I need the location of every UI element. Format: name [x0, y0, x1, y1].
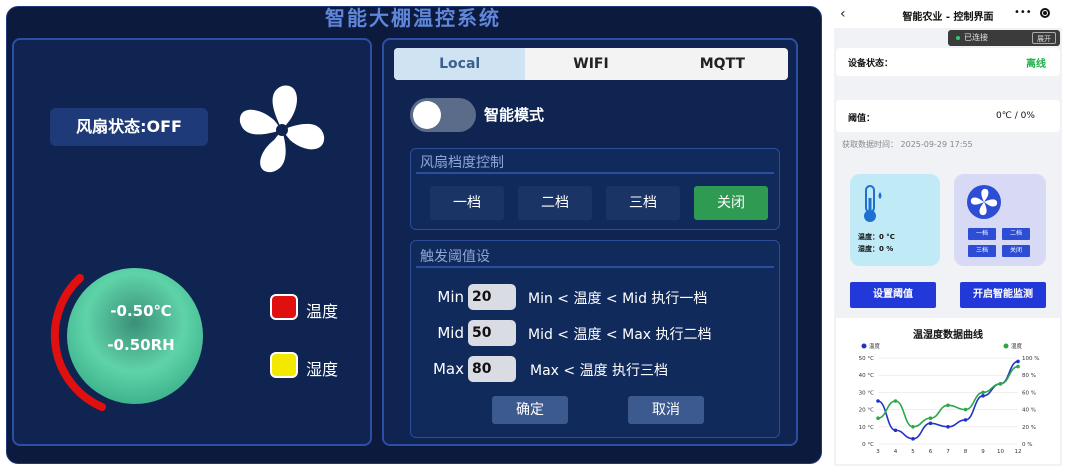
temperature-legend-label: 温度	[306, 302, 339, 321]
max-rule-text: Max < 温度 执行三档	[530, 363, 669, 379]
connected-dot-icon	[956, 36, 960, 40]
tab-wifi[interactable]: WIFI	[525, 48, 656, 80]
y-right-tick-label: 100 %	[1022, 356, 1039, 362]
mobile-speed-2-button[interactable]: 二档	[1002, 228, 1030, 240]
mobile-speed-3-button[interactable]: 三档	[968, 245, 996, 257]
x-tick-label: 6	[929, 449, 933, 455]
min-input[interactable]: 20	[468, 284, 516, 310]
max-label: Max	[432, 360, 464, 378]
sensor-temperature: 温度：0 °C	[858, 233, 895, 241]
data-point	[911, 437, 915, 441]
data-point	[876, 399, 880, 403]
threshold-value: 0℃ / 0%	[996, 111, 1035, 121]
min-rule-text: Min < 温度 < Mid 执行一档	[528, 291, 708, 307]
hmi-title: 智能大棚温控系统	[325, 6, 501, 30]
max-input[interactable]: 80	[468, 356, 516, 382]
mid-input[interactable]: 50	[468, 320, 516, 346]
tab-mqtt[interactable]: MQTT	[657, 48, 788, 80]
data-point	[876, 416, 880, 420]
data-point	[946, 425, 950, 429]
data-point	[981, 390, 985, 395]
temp-humidity-chart: 温度 湿度 50 °C40 °C30 °C20 °C10 °C0 °C100 %8…	[859, 342, 1040, 455]
x-tick-label: 9	[981, 449, 985, 455]
legend-marker	[861, 343, 867, 349]
speed-3-button[interactable]: 三档	[606, 186, 680, 220]
data-point	[1016, 364, 1020, 369]
cancel-button[interactable]: 取消	[628, 396, 704, 424]
temperature-legend-swatch	[270, 294, 298, 320]
y-right-tick-label: 0 %	[1022, 442, 1032, 448]
divider	[416, 172, 774, 174]
fan-icon	[239, 85, 325, 173]
connection-text: 已连接	[964, 33, 988, 42]
y-left-tick-label: 30 °C	[859, 390, 874, 396]
legend-marker	[1003, 343, 1009, 349]
y-right-tick-label: 20 %	[1022, 425, 1036, 431]
y-right-tick-label: 40 %	[1022, 408, 1036, 414]
fan-speed-title: 风扇档度控制	[420, 155, 504, 171]
smart-monitor-button[interactable]: 开启智能监测	[960, 282, 1046, 308]
data-point	[946, 403, 950, 408]
thermometer-icon	[864, 185, 882, 222]
y-right-tick-label: 80 %	[1022, 373, 1036, 379]
x-tick-label: 4	[894, 449, 898, 455]
x-tick-label: 10	[997, 449, 1004, 455]
tab-local[interactable]: Local	[394, 48, 526, 80]
speed-1-button[interactable]: 一档	[430, 186, 504, 220]
mobile-speed-1-button[interactable]: 一档	[968, 228, 996, 240]
x-tick-label: 12	[1015, 449, 1022, 455]
data-point	[998, 382, 1003, 386]
x-tick-label: 8	[964, 449, 968, 455]
y-right-tick-label: 60 %	[1022, 390, 1036, 396]
smart-mode-label: 智能模式	[484, 106, 545, 124]
expand-button[interactable]: 展开	[1032, 32, 1056, 44]
device-status-value: 离线	[1026, 59, 1046, 70]
sensor-humidity: 湿度：0 %	[858, 245, 894, 253]
data-point	[928, 416, 933, 420]
y-left-tick-label: 20 °C	[859, 408, 874, 414]
temperature-value: -0.50℃	[110, 302, 172, 320]
x-tick-label: 5	[911, 449, 915, 455]
legend-label: 温度	[869, 342, 881, 350]
data-point	[893, 428, 898, 433]
mid-label: Mid	[437, 324, 464, 342]
device-status-label: 设备状态：	[848, 59, 894, 69]
fan-status-badge: 风扇状态:OFF	[50, 108, 208, 146]
data-point	[963, 418, 968, 422]
speed-2-button[interactable]: 二档	[518, 186, 592, 220]
y-left-tick-label: 0 °C	[862, 442, 874, 448]
fetch-time: 获取数据时间： 2025-09-29 17:55	[842, 140, 973, 149]
fan-icon	[967, 185, 1001, 219]
divider	[416, 266, 774, 268]
connection-tabs: Local WIFI MQTT	[394, 48, 788, 80]
threshold-title: 触发阈值设	[420, 249, 490, 265]
humidity-legend-swatch	[270, 352, 298, 378]
smart-mode-toggle-knob	[413, 101, 441, 129]
legend-label: 湿度	[1011, 342, 1023, 350]
data-point	[911, 425, 915, 429]
threshold-label: 阈值：	[848, 114, 876, 124]
min-label: Min	[437, 288, 464, 306]
data-point	[981, 394, 985, 398]
more-dots-icon[interactable]: •••	[1014, 7, 1032, 18]
y-left-tick-label: 10 °C	[859, 425, 874, 431]
confirm-button[interactable]: 确定	[492, 396, 568, 424]
mobile-fan-off-button[interactable]: 关闭	[1002, 245, 1030, 257]
series-line-humidity	[877, 365, 1019, 428]
record-dot	[1043, 11, 1047, 15]
data-point	[928, 421, 933, 426]
humidity-value: -0.50RH	[107, 336, 175, 354]
data-point	[893, 399, 898, 403]
humidity-legend-label: 湿度	[306, 360, 339, 379]
y-left-tick-label: 50 °C	[859, 356, 874, 362]
x-tick-label: 7	[946, 449, 950, 455]
fan-off-button[interactable]: 关闭	[694, 186, 768, 220]
x-tick-label: 3	[876, 449, 880, 455]
set-threshold-button[interactable]: 设置阈值	[850, 282, 936, 308]
y-left-tick-label: 40 °C	[859, 373, 874, 379]
mid-rule-text: Mid < 温度 < Max 执行二档	[528, 327, 712, 343]
data-point	[963, 407, 968, 412]
data-point	[1016, 359, 1020, 364]
